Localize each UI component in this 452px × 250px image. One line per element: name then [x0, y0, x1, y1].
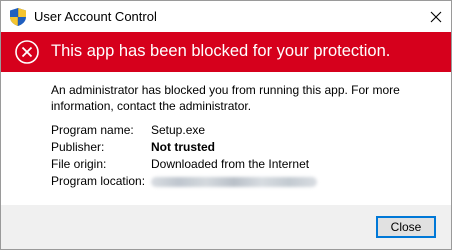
uac-dialog: User Account Control This app has been b…: [0, 0, 452, 250]
program-name-label: Program name:: [51, 123, 134, 137]
blocked-banner: This app has been blocked for your prote…: [1, 32, 451, 72]
close-icon[interactable]: [420, 1, 451, 32]
file-origin-value: Downloaded from the Internet: [151, 157, 310, 171]
program-location-redacted: [151, 177, 317, 187]
program-name-value: Setup.exe: [151, 123, 206, 137]
publisher-value: Not trusted: [151, 140, 215, 154]
uac-shield-icon: [10, 8, 26, 26]
window-title: User Account Control: [34, 9, 157, 24]
blocked-x-icon: [15, 40, 39, 64]
admin-message: An administrator has blocked you from ru…: [51, 83, 400, 113]
publisher-label: Publisher:: [51, 140, 105, 154]
close-button[interactable]: Close: [376, 216, 436, 238]
banner-text: This app has been blocked for your prote…: [51, 42, 391, 60]
dialog-footer: Close: [1, 205, 451, 249]
file-origin-label: File origin:: [51, 157, 107, 171]
program-location-label: Program location:: [51, 174, 146, 188]
title-bar: User Account Control: [1, 1, 451, 32]
program-location-row: Program location:: [51, 174, 351, 190]
